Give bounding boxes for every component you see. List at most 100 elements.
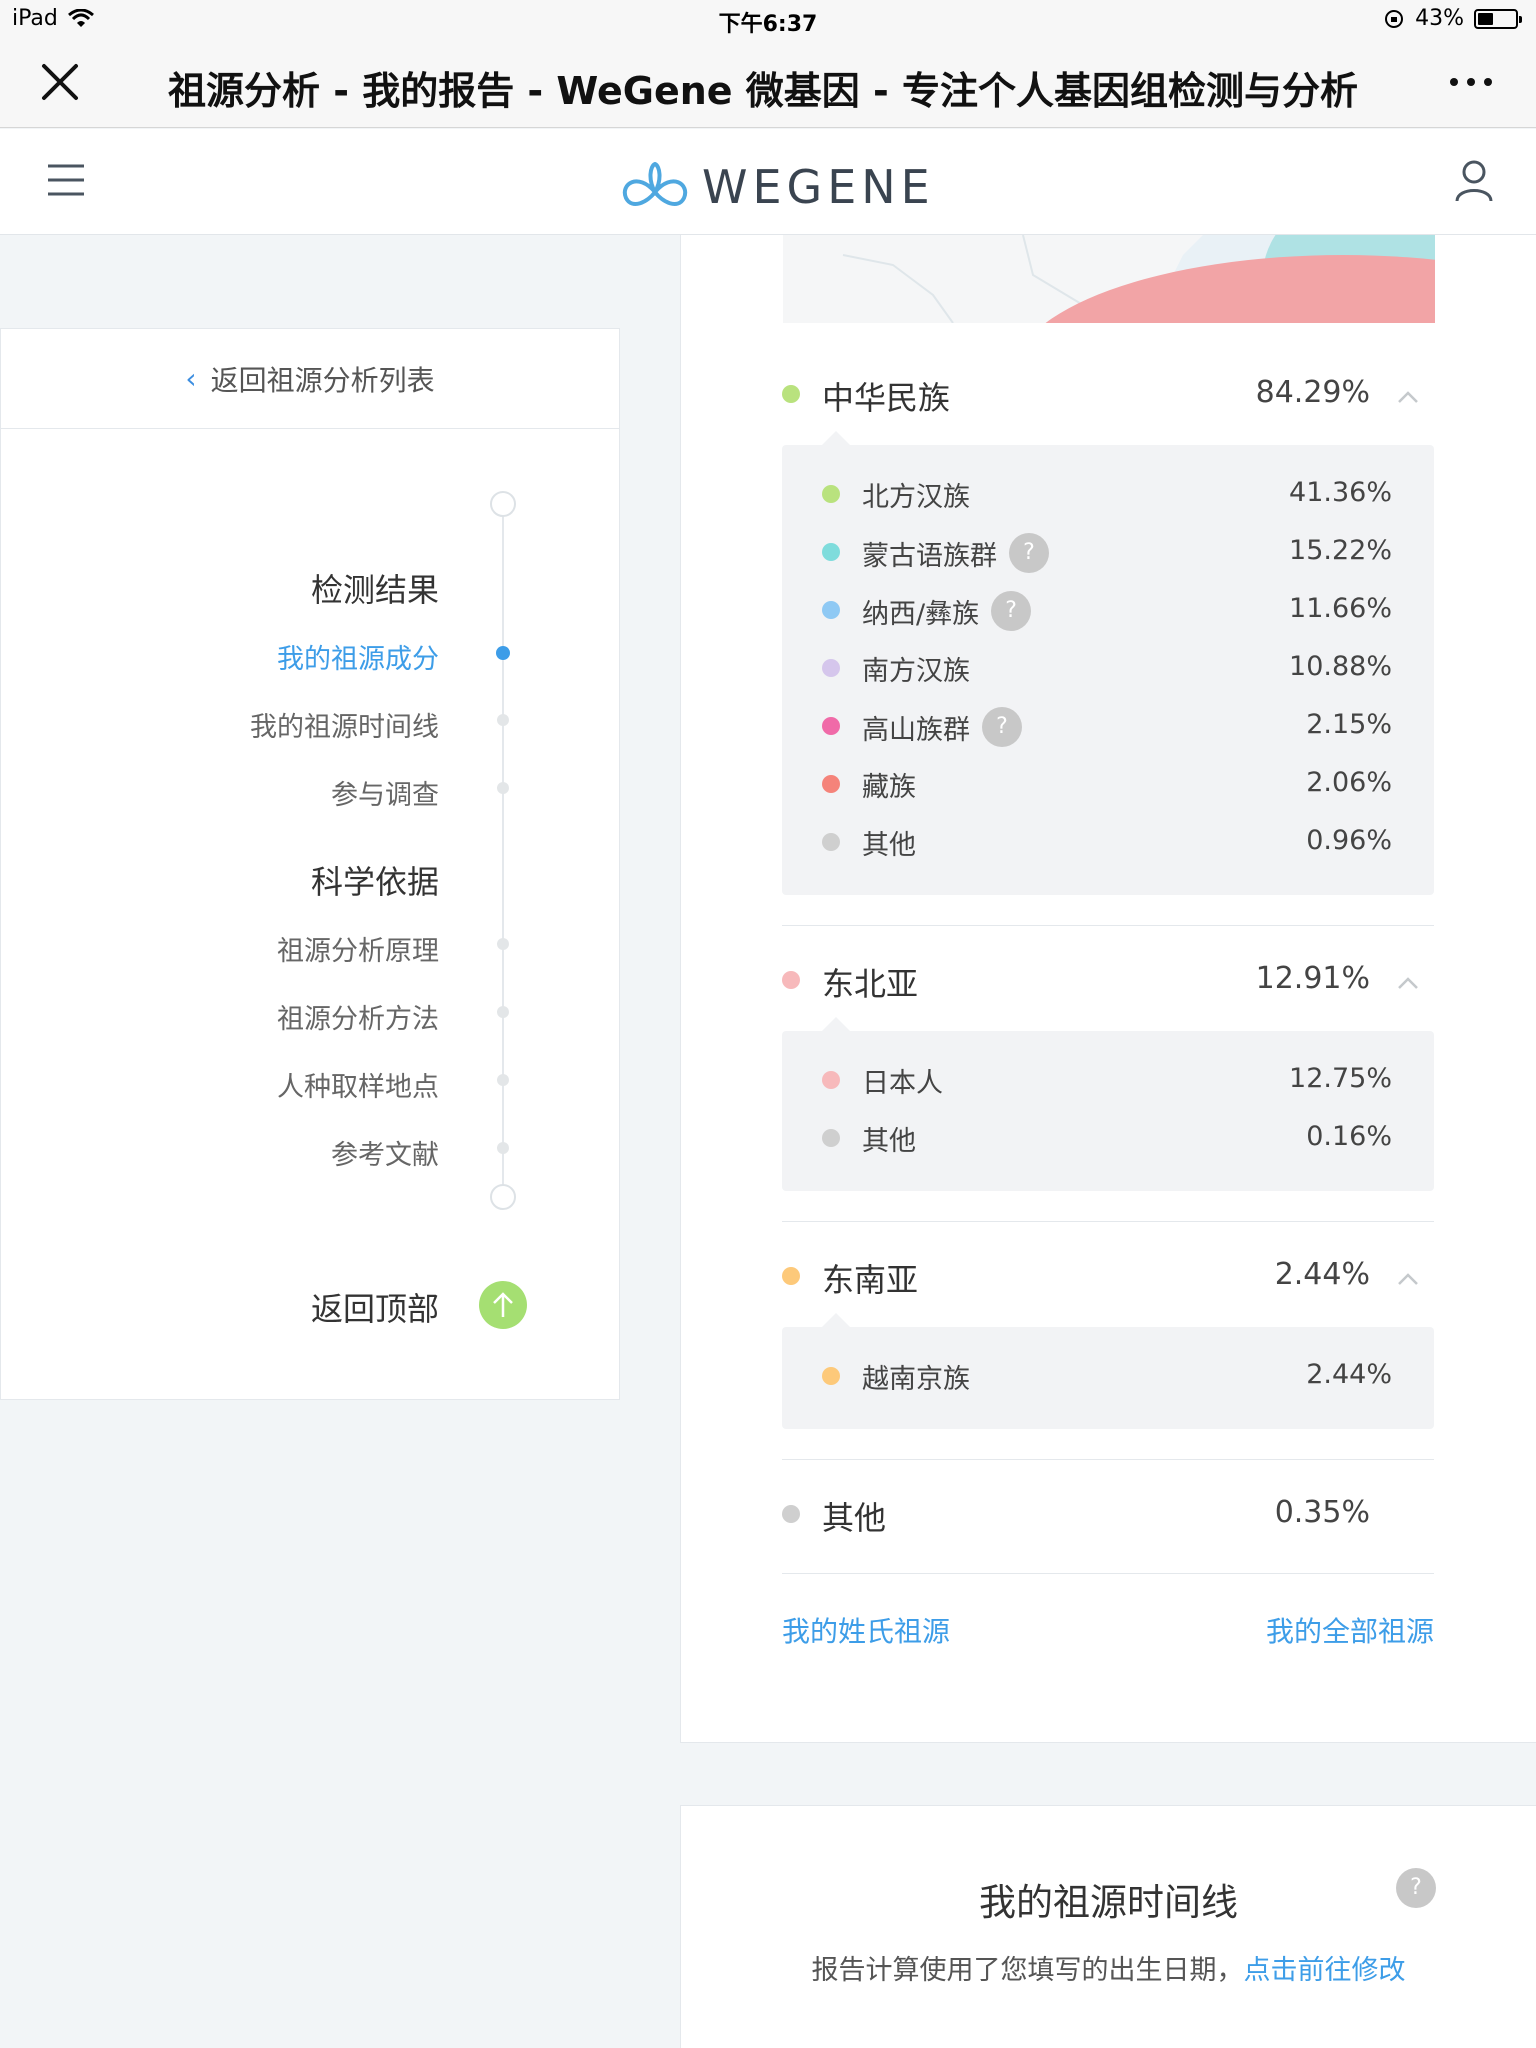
nav-heading-science[interactable]: 科学依据 <box>311 857 439 903</box>
close-icon[interactable] <box>38 60 82 104</box>
nav-item-ancestry-composition[interactable]: 我的祖源成分 <box>277 637 439 676</box>
surname-ancestry-link[interactable]: 我的姓氏祖源 <box>782 1610 950 1650</box>
subgroup-name: 藏族 <box>862 772 916 803</box>
chevron-up-icon[interactable] <box>1396 385 1420 409</box>
ancestry-group: 东南亚 2.44% 越南京族 2.44% <box>782 1245 1434 1429</box>
subgroup-color-dot <box>822 775 840 793</box>
group-name: 东北亚 <box>822 965 919 1003</box>
group-divider <box>782 1459 1434 1460</box>
subgroup-name: 北方汉族 <box>862 482 970 513</box>
ancestry-subgroup-row: 北方汉族 41.36% <box>782 471 1434 529</box>
clock: 下午6:37 <box>718 12 818 37</box>
all-ancestry-link[interactable]: 我的全部祖源 <box>1266 1610 1434 1650</box>
help-icon[interactable]: ? <box>1396 1868 1436 1908</box>
group-name: 东南亚 <box>822 1261 919 1299</box>
subgroup-label: 南方汉族 <box>862 649 970 688</box>
group-percent: 0.35% <box>1274 1495 1370 1530</box>
subgroup-color-dot <box>822 659 840 677</box>
nav-heading-results[interactable]: 检测结果 <box>311 565 439 611</box>
subgroup-percent: 10.88% <box>1289 651 1392 682</box>
subgroup-color-dot <box>822 1367 840 1385</box>
nav-timeline-line <box>502 504 504 1194</box>
group-color-dot <box>782 971 800 989</box>
nav-dot-active <box>496 646 510 660</box>
subgroup-name: 纳西/彝族 <box>862 598 980 630</box>
subgroup-percent: 0.96% <box>1306 825 1392 856</box>
ancestry-group-header[interactable]: 东北亚 12.91% <box>782 949 1434 1009</box>
back-to-list-label: 返回祖源分析列表 <box>210 363 435 397</box>
site-header: WEGENE <box>0 129 1536 235</box>
ancestry-subgroup-row: 南方汉族 10.88% <box>782 645 1434 703</box>
nav-dot <box>497 714 509 726</box>
timeline-card-desc: 报告计算使用了您填写的出生日期，点击前往修改 <box>681 1948 1536 1987</box>
back-to-top-button[interactable] <box>479 1281 527 1329</box>
subgroup-label: 其他 <box>862 823 916 862</box>
sidebar-nav: ‹ 返回祖源分析列表 检测结果 我的祖源成分 我的祖源时间线 参与调查 科学依据… <box>0 328 620 1400</box>
nav-item-method[interactable]: 祖源分析方法 <box>277 997 439 1036</box>
subgroup-label: 藏族 <box>862 765 916 804</box>
nav-dot <box>497 1074 509 1086</box>
nav-item-principle[interactable]: 祖源分析原理 <box>277 929 439 968</box>
subgroup-color-dot <box>822 485 840 503</box>
ancestry-map[interactable] <box>783 235 1435 323</box>
ancestry-group-header[interactable]: 东南亚 2.44% <box>782 1245 1434 1305</box>
subgroup-percent: 2.06% <box>1306 767 1392 798</box>
group-color-dot <box>782 1267 800 1285</box>
nav-item-references[interactable]: 参考文献 <box>331 1133 439 1172</box>
subgroup-color-dot <box>822 543 840 561</box>
subgroup-name: 其他 <box>862 830 916 861</box>
help-icon[interactable]: ? <box>982 707 1022 747</box>
nav-item-ancestry-timeline[interactable]: 我的祖源时间线 <box>250 705 439 744</box>
subgroup-label: 纳西/彝族? <box>862 591 1032 631</box>
back-to-list-link[interactable]: ‹ 返回祖源分析列表 <box>1 329 619 429</box>
back-to-top-label[interactable]: 返回顶部 <box>311 1284 439 1330</box>
chevron-left-icon: ‹ <box>185 362 197 395</box>
arrow-up-icon <box>493 1292 513 1317</box>
group-color-dot <box>782 385 800 403</box>
ancestry-subgroup-row: 其他 0.96% <box>782 819 1434 877</box>
ancestry-group: 中华民族 84.29% 北方汉族 41.36% 蒙古语族群? 15.22% 纳西/彝族? 11… <box>782 363 1434 895</box>
subgroup-percent: 11.66% <box>1289 593 1392 624</box>
ancestry-subgroup-row: 藏族 2.06% <box>782 761 1434 819</box>
ancestry-subgroup-row: 越南京族 2.44% <box>782 1353 1434 1411</box>
chevron-up-icon[interactable] <box>1396 1267 1420 1291</box>
nav-dot <box>497 782 509 794</box>
subgroup-name: 日本人 <box>862 1068 943 1099</box>
subgroup-name: 高山族群 <box>862 714 970 746</box>
site-logo[interactable]: WEGENE <box>618 159 935 215</box>
ancestry-subgroup-list: 日本人 12.75% 其他 0.16% <box>782 1017 1434 1191</box>
rotation-lock-icon <box>1385 9 1404 28</box>
chevron-up-icon[interactable] <box>1396 971 1420 995</box>
subgroup-percent: 2.15% <box>1306 709 1392 740</box>
subgroup-color-dot <box>822 1071 840 1089</box>
page-title: 祖源分析 - 我的报告 - WeGene 微基因 - 专注个人基因组检测与分析 <box>167 69 1359 113</box>
subgroup-color-dot <box>822 833 840 851</box>
edit-birthdate-link[interactable]: 点击前往修改 <box>1244 1955 1406 1986</box>
browser-title-bar: 祖源分析 - 我的报告 - WeGene 微基因 - 专注个人基因组检测与分析 <box>0 40 1536 128</box>
ancestry-subgroup-row: 高山族群? 2.15% <box>782 703 1434 761</box>
nav-item-survey[interactable]: 参与调查 <box>331 773 439 812</box>
subgroup-label: 其他 <box>862 1119 916 1158</box>
user-icon[interactable] <box>1454 159 1494 203</box>
subgroup-percent: 0.16% <box>1306 1121 1392 1152</box>
ancestry-group-header: 其他 0.35% <box>782 1483 1434 1543</box>
ancestry-group: 其他 0.35% <box>782 1483 1434 1543</box>
nav-item-sampling-locations[interactable]: 人种取样地点 <box>277 1065 439 1104</box>
group-divider <box>782 1573 1434 1574</box>
subgroup-percent: 12.75% <box>1289 1063 1392 1094</box>
help-icon[interactable]: ? <box>1009 533 1049 573</box>
ancestry-group-header[interactable]: 中华民族 84.29% <box>782 363 1434 423</box>
group-percent: 84.29% <box>1255 375 1370 410</box>
ancestry-subgroup-list: 北方汉族 41.36% 蒙古语族群? 15.22% 纳西/彝族? 11.66% 南方汉族 10… <box>782 431 1434 895</box>
help-icon[interactable]: ? <box>991 591 1032 631</box>
ancestry-subgroup-row: 日本人 12.75% <box>782 1057 1434 1115</box>
group-color-dot <box>782 1505 800 1523</box>
timeline-start-circle <box>490 491 516 517</box>
subgroup-name: 其他 <box>862 1126 916 1157</box>
subgroup-percent: 2.44% <box>1306 1359 1392 1390</box>
hamburger-menu-icon[interactable] <box>46 163 86 197</box>
ancestry-group: 东北亚 12.91% 日本人 12.75% 其他 0.16% <box>782 949 1434 1191</box>
more-icon[interactable] <box>1446 62 1496 102</box>
timeline-end-circle <box>490 1184 516 1210</box>
subgroup-label: 北方汉族 <box>862 475 970 514</box>
